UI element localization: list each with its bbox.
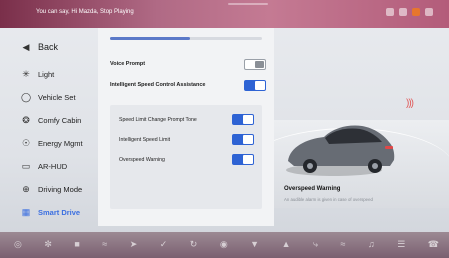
warning-signal-icon: ))) (406, 98, 414, 109)
back-arrow-icon: ◀ (22, 41, 30, 52)
settings-panel: Voice Prompt Intelligent Speed Control A… (98, 28, 274, 226)
isca-label: Intelligent Speed Control Assistance (110, 82, 206, 88)
preview-pane: ))) Overspeed Warning An audible alarm i… (274, 28, 449, 226)
recirculation-icon[interactable]: ↻ (190, 238, 198, 250)
sidebar-item-energy-mgmt[interactable]: ☉ Energy Mgmt (0, 131, 98, 155)
scroll-indicator (110, 37, 262, 40)
preview-description: An audible alarm is given in case of ove… (284, 197, 373, 202)
sidebar-item-comfy-cabin[interactable]: ❂ Comfy Cabin (0, 108, 98, 132)
sidebar-item-ar-hud[interactable]: ▭ AR-HUD (0, 154, 98, 178)
voice-prompt-label: Voice Prompt (110, 61, 146, 67)
seat-icon[interactable]: ■ (74, 238, 79, 250)
vehicle-icon: ◯ (20, 91, 32, 102)
defrost-front-icon[interactable]: ◉ (220, 238, 228, 250)
user-icon (425, 8, 433, 16)
energy-icon: ☉ (21, 137, 31, 148)
speed-limit-tone-row: Speed Limit Change Prompt Tone (110, 111, 262, 129)
sidebar-item-driving-mode[interactable]: ⊕ Driving Mode (0, 177, 98, 201)
status-bar: You can say, Hi Mazda, Stop Playing (0, 0, 449, 28)
menu-icon[interactable]: ☰ (397, 238, 405, 250)
smart-drive-icon: ▦ (21, 206, 31, 217)
back-button[interactable]: ◀ Back (0, 35, 98, 59)
voice-prompt-toggle[interactable] (244, 59, 266, 70)
heated-seat-icon[interactable]: ⤷ (313, 238, 318, 250)
phone-icon[interactable]: ☎ (428, 238, 439, 250)
voice-hint: You can say, Hi Mazda, Stop Playing (36, 9, 134, 15)
preview-title: Overspeed Warning (284, 186, 341, 192)
isca-sub-options: Speed Limit Change Prompt Tone Intellige… (110, 105, 262, 209)
status-icons (386, 8, 433, 16)
sidebar: ◀ Back ✳ Light ◯ Vehicle Set ❂ Comfy Cab… (0, 28, 98, 226)
isca-row: Intelligent Speed Control Assistance (98, 75, 274, 97)
light-icon: ✳ (22, 68, 30, 79)
intelligent-speed-limit-toggle[interactable] (232, 134, 254, 145)
intelligent-speed-limit-label: Intelligent Speed Limit (119, 137, 171, 143)
signal-icon (386, 8, 394, 16)
steering-wheel-icon: ⊕ (22, 183, 30, 194)
alert-icon (412, 8, 420, 16)
speed-limit-tone-label: Speed Limit Change Prompt Tone (119, 117, 197, 123)
isca-toggle[interactable] (244, 80, 266, 91)
overspeed-warning-toggle[interactable] (232, 154, 254, 165)
volume-icon[interactable]: ♫ (368, 238, 375, 250)
intelligent-speed-limit-row: Intelligent Speed Limit (110, 131, 262, 149)
overspeed-warning-label: Overspeed Warning (119, 157, 165, 163)
bottom-dock: ◎ ✼ ■ ≈ ➤ ✓ ↻ ◉ ▼ ▲ ⤷ ≈ ♫ ☰ ☎ (0, 232, 449, 258)
hud-icon: ▭ (21, 160, 31, 171)
network-icon (399, 8, 407, 16)
voice-prompt-row: Voice Prompt (98, 54, 274, 76)
home-icon[interactable]: ◎ (14, 238, 22, 250)
cabin-icon: ❂ (22, 114, 30, 125)
auto-icon[interactable]: ▲ (282, 238, 291, 250)
speed-limit-tone-toggle[interactable] (232, 114, 254, 125)
drag-handle[interactable] (228, 3, 268, 5)
ac-icon[interactable]: ✓ (160, 238, 168, 250)
temperature-left-icon[interactable]: ≈ (102, 238, 107, 250)
airflow-icon[interactable]: ➤ (130, 238, 138, 250)
sidebar-item-smart-drive[interactable]: ▦ Smart Drive (0, 200, 98, 224)
overspeed-warning-row: Overspeed Warning (110, 151, 262, 169)
sidebar-item-light[interactable]: ✳ Light (0, 62, 98, 86)
temperature-right-icon[interactable]: ≈ (341, 238, 346, 250)
sidebar-item-vehicle-set[interactable]: ◯ Vehicle Set (0, 85, 98, 109)
defrost-rear-icon[interactable]: ▼ (250, 238, 259, 250)
fan-icon[interactable]: ✼ (44, 238, 52, 250)
